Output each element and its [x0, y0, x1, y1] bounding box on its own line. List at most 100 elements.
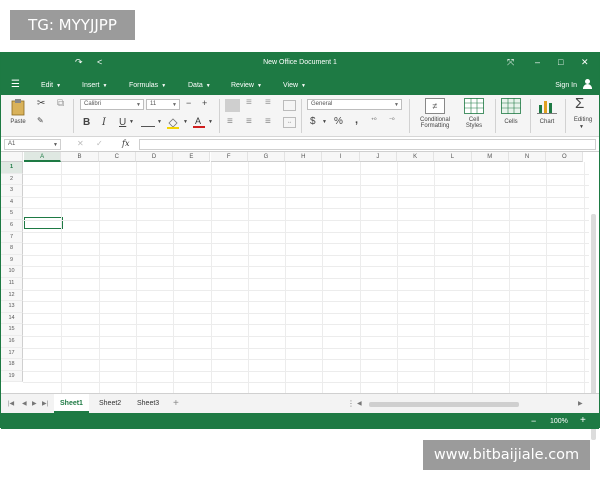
italic-button[interactable]: I — [102, 117, 106, 128]
chevron-down-icon[interactable]: ▼ — [129, 119, 134, 125]
chevron-down-icon[interactable]: ▼ — [183, 119, 188, 125]
currency-button[interactable]: $ — [310, 116, 316, 127]
zoom-level[interactable]: 100% — [550, 418, 568, 425]
column-header[interactable]: I — [322, 152, 360, 162]
sign-in-link[interactable]: Sign In — [555, 82, 577, 89]
fullscreen-icon[interactable]: ⤧ — [507, 57, 514, 68]
cut-icon[interactable]: ✂ — [37, 98, 45, 109]
column-header[interactable]: B — [61, 152, 99, 162]
cells-button[interactable]: Cells — [498, 119, 524, 125]
column-header[interactable]: L — [434, 152, 472, 162]
column-header[interactable]: O — [546, 152, 584, 162]
chevron-down-icon[interactable]: ▼ — [157, 119, 162, 125]
row-header[interactable]: 7 — [1, 231, 23, 244]
user-icon[interactable] — [582, 79, 592, 90]
column-header[interactable]: D — [135, 152, 174, 162]
close-icon[interactable]: ✕ — [581, 57, 589, 68]
scroll-splitter-icon[interactable]: ⋮ — [347, 399, 355, 408]
autosum-icon[interactable]: Σ — [575, 95, 584, 112]
conditional-formatting-icon[interactable]: ≠ — [425, 98, 445, 114]
column-header[interactable]: E — [173, 152, 211, 162]
menu-insert[interactable]: Insert ▼ — [82, 82, 107, 89]
chevron-down-icon[interactable]: ▼ — [208, 119, 213, 125]
zoom-in-icon[interactable]: + — [580, 415, 586, 426]
comma-button[interactable]: , — [355, 114, 358, 126]
row-header[interactable]: 10 — [1, 266, 23, 278]
increase-decimal-icon[interactable]: ⁺⁰ — [371, 117, 377, 124]
align-bottom-icon[interactable]: ≡ — [265, 97, 271, 108]
row-header[interactable]: 3 — [1, 185, 23, 197]
bold-button[interactable]: B — [83, 117, 90, 128]
align-left-icon[interactable]: ≡ — [227, 116, 233, 127]
cells-icon[interactable] — [501, 98, 521, 114]
minimize-icon[interactable]: – — [535, 57, 540, 67]
column-header[interactable]: A — [24, 152, 62, 162]
decrease-font-icon[interactable]: − — [186, 98, 191, 108]
chart-icon[interactable] — [537, 98, 557, 114]
row-header[interactable]: 9 — [1, 254, 23, 267]
cancel-icon[interactable]: ✕ — [77, 139, 84, 148]
column-header[interactable]: N — [508, 152, 547, 162]
column-header[interactable]: K — [397, 152, 435, 162]
row-header[interactable]: 11 — [1, 278, 23, 290]
column-header[interactable]: G — [247, 152, 286, 162]
horizontal-scrollbar[interactable] — [369, 402, 519, 407]
menu-review[interactable]: Review ▼ — [231, 82, 262, 89]
align-center-icon[interactable]: ≡ — [246, 116, 252, 127]
first-sheet-icon[interactable]: |◀ — [8, 400, 14, 407]
number-format-select[interactable]: General ▼ — [307, 99, 402, 110]
scroll-left-icon[interactable]: ◀ — [357, 400, 362, 407]
column-header[interactable]: H — [285, 152, 323, 162]
next-sheet-icon[interactable]: ▶ — [32, 400, 37, 407]
align-middle-icon[interactable]: ≡ — [246, 97, 252, 108]
confirm-icon[interactable]: ✓ — [96, 139, 103, 148]
format-painter-icon[interactable]: ✎ — [37, 116, 44, 125]
merge-cells-icon[interactable]: ↔ — [283, 117, 296, 128]
menu-edit[interactable]: Edit ▼ — [41, 82, 61, 89]
maximize-icon[interactable]: □ — [558, 57, 563, 67]
row-header[interactable]: 2 — [1, 173, 23, 186]
prev-sheet-icon[interactable]: ◀ — [22, 400, 27, 407]
sheet-tab-1[interactable]: Sheet1 — [54, 394, 89, 413]
last-sheet-icon[interactable]: ▶| — [42, 400, 48, 407]
underline-button[interactable]: U — [119, 117, 126, 128]
column-header[interactable]: M — [471, 152, 509, 162]
cell-styles-icon[interactable] — [464, 98, 484, 114]
row-header[interactable]: 6 — [1, 220, 23, 232]
conditional-formatting-button[interactable]: Conditional Formatting — [413, 117, 457, 129]
chart-button[interactable]: Chart — [534, 119, 560, 125]
cell-styles-button[interactable]: Cell Styles — [459, 117, 489, 129]
hamburger-menu-icon[interactable]: ☰ — [11, 79, 20, 90]
insert-function-icon[interactable]: fx — [122, 139, 129, 148]
menu-view[interactable]: View ▼ — [283, 82, 306, 89]
row-header[interactable]: 14 — [1, 312, 23, 325]
row-header[interactable]: 1 — [1, 162, 23, 174]
row-header[interactable]: 8 — [1, 243, 23, 255]
wrap-text-icon[interactable] — [283, 100, 296, 111]
row-header[interactable]: 12 — [1, 289, 23, 302]
row-header[interactable]: 4 — [1, 196, 23, 209]
add-sheet-icon[interactable]: + — [173, 398, 179, 409]
row-header[interactable]: 17 — [1, 347, 23, 360]
editing-button[interactable]: Editing — [569, 117, 597, 123]
percent-button[interactable]: % — [334, 116, 343, 127]
sheet-tab-2[interactable]: Sheet2 — [93, 394, 127, 413]
copy-icon[interactable]: ⧉ — [57, 98, 64, 109]
active-cell[interactable] — [24, 217, 63, 229]
name-box[interactable]: A1 ▼ — [4, 139, 61, 150]
formula-input[interactable] — [139, 139, 596, 150]
row-header[interactable]: 15 — [1, 324, 23, 336]
column-header[interactable]: J — [359, 152, 397, 162]
row-header[interactable]: 18 — [1, 359, 23, 371]
borders-icon[interactable] — [141, 119, 155, 127]
menu-data[interactable]: Data ▼ — [188, 82, 211, 89]
row-header[interactable]: 19 — [1, 370, 23, 383]
select-all-corner[interactable] — [1, 152, 23, 162]
column-header[interactable]: F — [210, 152, 248, 162]
zoom-out-icon[interactable]: − — [531, 416, 536, 426]
column-header[interactable]: C — [98, 152, 136, 162]
font-color-icon[interactable]: A — [193, 115, 205, 129]
menu-formulas[interactable]: Formulas ▼ — [129, 82, 166, 89]
fill-color-icon[interactable] — [167, 117, 179, 129]
paste-button[interactable] — [9, 98, 27, 116]
